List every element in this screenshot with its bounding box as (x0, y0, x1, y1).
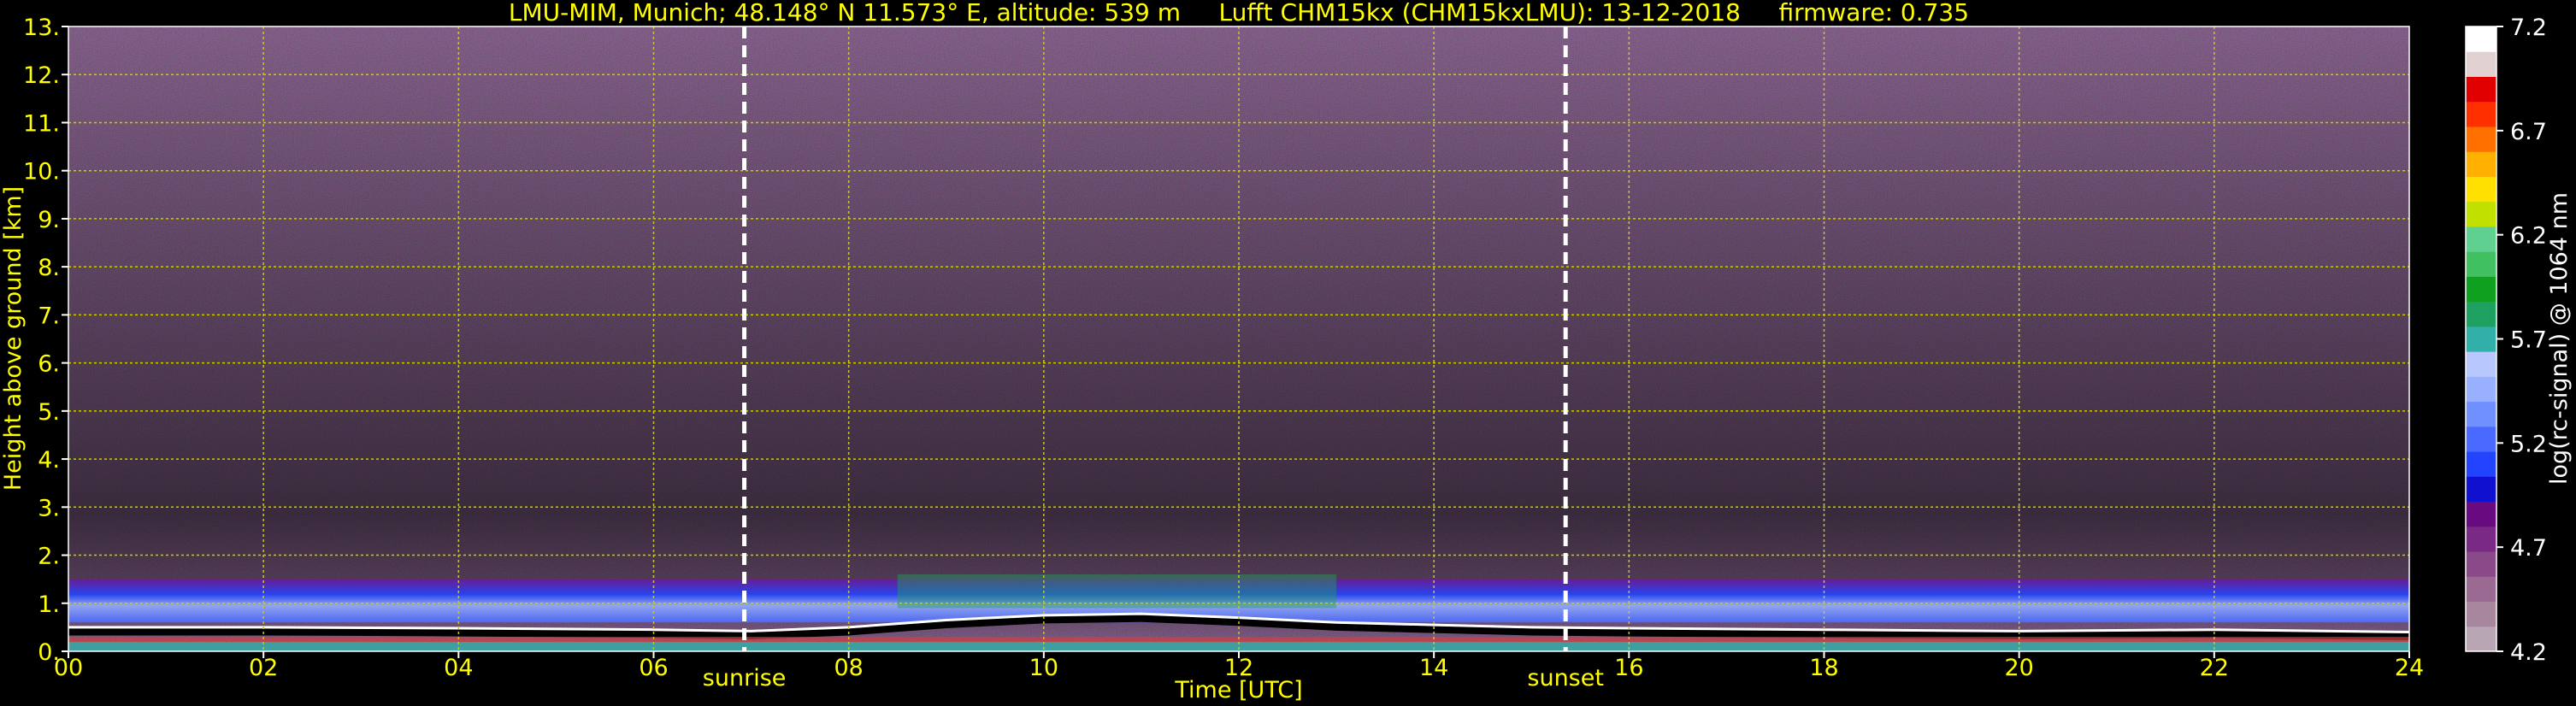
colorbar-tick-label: 5.2 (2510, 431, 2547, 457)
colorbar-segment (2466, 76, 2496, 103)
colorbar-segment (2466, 151, 2496, 177)
colorbar-segment (2466, 551, 2496, 577)
y-tick-label: 2. (38, 544, 60, 570)
x-tick-label: 24 (2395, 655, 2424, 681)
x-tick-label: 20 (2004, 655, 2033, 681)
colorbar-segment (2466, 26, 2496, 52)
y-tick-label: 13. (23, 15, 60, 41)
y-tick-label: 8. (38, 255, 60, 281)
y-tick-label: 9. (38, 207, 60, 233)
x-tick-label: 06 (639, 655, 668, 681)
x-tick-label: 02 (249, 655, 278, 681)
colorbar-segment (2466, 301, 2496, 327)
colorbar-segment (2466, 401, 2496, 427)
colorbar-tick-label: 7.2 (2510, 15, 2547, 41)
x-tick-label: 16 (1614, 655, 1643, 681)
colorbar-segment (2466, 601, 2496, 627)
plot-area (68, 26, 2410, 651)
x-tick-label: 04 (444, 655, 473, 681)
colorbar-label: log(rc-signal) @ 1064 nm (2546, 192, 2573, 485)
y-tick-label: 7. (38, 303, 60, 329)
colorbar: 4.2 4.7 5.2 5.7 6.2 6.7 7.2 (2465, 15, 2547, 666)
colorbar-segment (2466, 476, 2496, 503)
colorbar-tick-label: 4.7 (2510, 535, 2547, 562)
x-tick-label: 10 (1029, 655, 1058, 681)
colorbar-segment (2466, 451, 2496, 477)
y-tick-label: 3. (38, 495, 60, 521)
colorbar-segment (2466, 51, 2496, 77)
x-axis-label: Time [UTC] (1174, 677, 1302, 703)
colorbar-tick-label: 6.2 (2510, 223, 2547, 250)
colorbar-segment (2466, 526, 2496, 552)
colorbar-tick-label: 5.7 (2510, 327, 2547, 354)
ceilometer-chart: sunrise sunset00 02 04 06 08 10 12 14 16 18 20 22 240… (0, 0, 2573, 703)
y-tick-label: 4. (38, 447, 60, 474)
y-tick-label: 11. (23, 110, 60, 137)
colorbar-segment (2466, 226, 2496, 252)
y-tick-label: 1. (38, 591, 60, 618)
colorbar-segment (2466, 276, 2496, 303)
y-axis-label: Height above ground [km] (0, 186, 27, 491)
x-tick-label: 22 (2200, 655, 2229, 681)
chart-title: LMU-MIM, Munich; 48.148° N 11.573° E, al… (509, 0, 1969, 26)
colorbar-segment (2466, 251, 2496, 277)
sunset-label: sunset (1527, 665, 1604, 691)
colorbar-segment (2466, 626, 2496, 652)
y-tick-label: 12. (23, 62, 60, 89)
colorbar-segment (2466, 426, 2496, 452)
x-tick-label: 18 (1809, 655, 1838, 681)
sunrise-label: sunrise (703, 665, 787, 691)
colorbar-segment (2466, 176, 2496, 203)
colorbar-segment (2466, 326, 2496, 352)
y-tick-label: 10. (23, 159, 60, 185)
colorbar-segment (2466, 376, 2496, 403)
colorbar-segment (2466, 126, 2496, 152)
colorbar-segment (2466, 351, 2496, 377)
colorbar-segment (2466, 101, 2496, 127)
colorbar-segment (2466, 501, 2496, 527)
x-tick-label: 08 (834, 655, 863, 681)
colorbar-segment (2466, 576, 2496, 603)
colorbar-segment (2466, 201, 2496, 227)
x-tick-label: 14 (1419, 655, 1448, 681)
y-tick-label: 0. (38, 639, 60, 666)
colorbar-tick-label: 4.2 (2510, 639, 2547, 666)
colorbar-tick-label: 6.7 (2510, 119, 2547, 145)
y-tick-label: 6. (38, 351, 60, 378)
y-tick-label: 5. (38, 399, 60, 426)
